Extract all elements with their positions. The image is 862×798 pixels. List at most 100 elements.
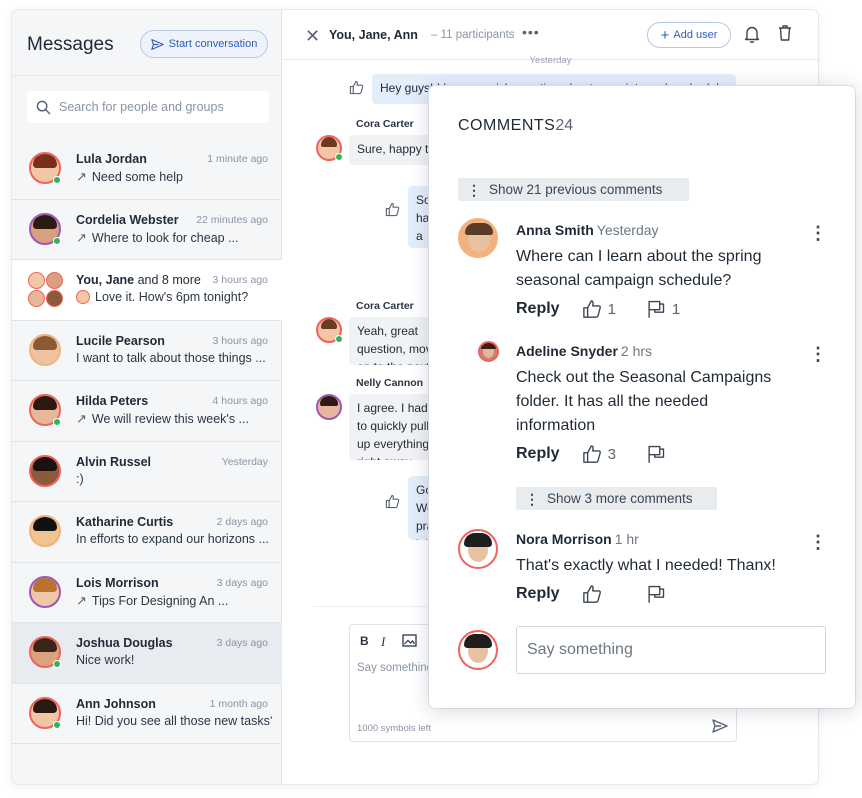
comment-menu-icon[interactable]: ⋮ [809,345,827,363]
thumbs-up-icon[interactable] [349,80,364,95]
like-button[interactable]: 3 [582,444,616,464]
online-indicator [53,660,61,668]
show-more-label: Show 3 more comments [547,491,693,506]
thumbs-up-icon[interactable] [385,494,400,509]
conversation-preview-text: Tips For Designing An ... [91,593,229,608]
conversation-item[interactable]: Katharine Curtis 2 days ago In efforts to … [12,502,282,563]
conversation-name-text: Lula Jordan [76,152,147,166]
day-separator: Yesterday [529,55,572,66]
like-button[interactable]: 1 [582,299,616,319]
flag-button[interactable] [646,444,666,464]
bold-button[interactable]: B [360,634,369,648]
conversation-preview: Hi! Did you see all those new tasks? [76,714,272,728]
conversation-preview-text: In efforts to expand our horizons ... [76,532,269,546]
conversation-name: Katharine Curtis [76,515,173,529]
conversation-item[interactable]: Joshua Douglas 3 days ago Nice work! [12,623,282,684]
conversation-item[interactable]: Cordelia Webster 22 minutes ago ↗ Where to … [12,200,282,260]
avatar [29,515,61,547]
conversation-item[interactable]: Lula Jordan 1 minute ago ↗ Need some help [12,139,282,200]
conversation-item[interactable]: Hilda Peters 4 hours ago ↗ We will review t… [12,381,282,442]
trash-icon[interactable] [778,24,792,42]
online-indicator [335,335,343,343]
comment-author-name: Adeline Snyder [516,343,618,359]
conversation-time: Yesterday [221,455,268,468]
like-count: 1 [607,300,616,318]
comment-menu-icon[interactable]: ⋮ [809,224,827,242]
avatar[interactable] [478,341,499,362]
sidebar-header: Messages Start conversation [12,10,282,76]
flag-button[interactable]: 1 [646,299,680,319]
thumbs-up-icon [582,585,601,603]
conversation-name-text: Alvin Russel [76,454,152,469]
conversation-preview-text: Need some help [91,170,183,184]
comment-input[interactable] [516,626,826,674]
avatar [29,333,61,366]
comment-menu-icon[interactable]: ⋮ [809,533,827,551]
search-input[interactable] [59,100,259,114]
avatar [28,272,45,289]
conversation-preview-text: Where to look for cheap ... [91,230,239,245]
conversation-preview-text: :) [76,471,84,486]
thumbs-up-icon [582,445,601,463]
show-previous-comments[interactable]: ⋮ Show 21 previous comments [458,178,689,201]
avatar [29,575,61,608]
comment-actions: Reply 1 1 [516,299,680,319]
search-box[interactable] [27,91,269,123]
show-more-comments[interactable]: ⋮ Show 3 more comments [516,487,717,510]
send-icon[interactable] [712,719,728,733]
conversation-name-text: Hilda Peters [76,394,149,408]
conversation-name-text: Cordelia Webster [76,212,179,227]
comment-author: Anna Smith Yesterday [516,222,659,238]
thumbs-up-icon [582,300,601,318]
reply-arrow-icon: ↗ [76,411,87,426]
avatar [29,454,61,487]
conversation-item[interactable]: Lois Morrison 3 days ago ↗ Tips For Designi… [12,563,282,623]
conversation-name: Lois Morrison [76,576,159,590]
reply-button[interactable]: Reply [516,300,560,318]
comment-time: 1 hr [614,531,639,547]
conversation-item[interactable]: Ann Johnson 1 month ago Hi! Did you see al… [12,684,282,744]
more-icon[interactable]: ••• [522,24,540,40]
avatar [28,290,45,307]
conversation-time: 1 month ago [209,697,268,710]
conversation-item[interactable]: Alvin Russel Yesterday:) [12,442,282,502]
conversation-name-text: Lois Morrison [76,575,159,590]
comment-time: 2 hrs [620,343,653,359]
image-icon[interactable] [402,634,417,647]
conversation-preview-text: Nice work! [76,653,135,667]
flag-button[interactable] [646,584,666,604]
add-user-label: Add user [673,29,718,41]
like-count: 3 [607,445,616,463]
bell-icon[interactable] [744,25,760,43]
conversation-preview: Nice work! [76,653,272,667]
more-vertical-icon: ⋮ [525,490,539,507]
online-indicator [53,720,61,729]
conversation-item[interactable]: You, Jane and 8 more 3 hours ago Love it. … [12,260,282,321]
message-sender: Cora Carter [356,118,414,130]
comments-count: 24 [555,117,574,134]
conversation-name: Ann Johnson [76,697,156,711]
show-previous-label: Show 21 previous comments [489,182,663,197]
reply-button[interactable]: Reply [516,445,560,463]
italic-button[interactable]: I [381,634,385,650]
comment-text: Where can I learn about the spring season… [516,245,761,293]
symbols-left: 1000 symbols left [357,723,431,734]
like-button[interactable] [582,584,602,604]
reply-arrow-icon: ↗ [76,592,87,608]
close-icon[interactable]: ✕ [305,26,320,47]
message-sender: Cora Carter [356,300,414,312]
avatar[interactable] [316,394,342,420]
current-user-avatar[interactable] [458,630,498,670]
avatar[interactable] [458,529,498,569]
thumbs-up-icon[interactable] [385,202,400,217]
start-conversation-button[interactable]: Start conversation [140,30,268,58]
participants-count: – 11 participants [431,29,515,41]
comment-author-name: Anna Smith [516,222,594,238]
reply-button[interactable]: Reply [516,585,560,603]
comments-title: COMMENTS24 [458,117,573,135]
conversation-time: 4 hours ago [212,395,268,407]
add-user-button[interactable]: + Add user [647,22,731,48]
conversation-item[interactable]: Lucile Pearson 3 hours ago I want to talk … [12,321,282,381]
avatar[interactable] [458,218,498,258]
conversation-preview-text: Love it. How's 6pm tonight? [95,290,249,304]
